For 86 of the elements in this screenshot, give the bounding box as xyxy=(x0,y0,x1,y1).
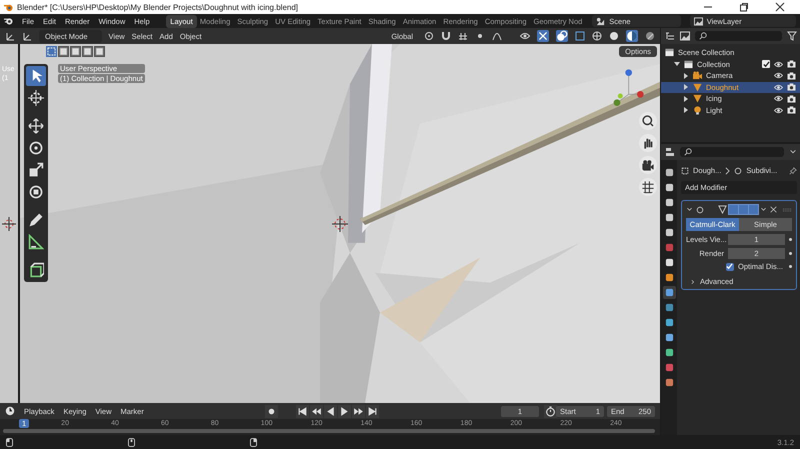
jump-start-icon[interactable] xyxy=(296,404,310,418)
grid-icon[interactable] xyxy=(639,178,657,196)
grid-snap-icon[interactable] xyxy=(458,31,468,41)
play-reverse-icon[interactable] xyxy=(324,404,338,418)
collapsed-triangle-icon[interactable] xyxy=(683,84,689,90)
eye-icon[interactable] xyxy=(774,72,783,80)
timeline-scrollbar[interactable] xyxy=(3,429,655,433)
camera-icon[interactable] xyxy=(787,106,796,114)
rendered-sphere-icon[interactable] xyxy=(645,31,655,41)
camera-icon[interactable] xyxy=(787,83,796,92)
app-logo-icon[interactable] xyxy=(4,16,13,26)
search-field[interactable] xyxy=(680,147,784,157)
xray-icon[interactable] xyxy=(575,31,585,41)
axes-icon[interactable] xyxy=(5,31,15,41)
app-logo-icon xyxy=(4,2,13,12)
window-title: Blender* [C:\Users\HP\Desktop\My Blender Projects\Doughnut with icing.blend] xyxy=(17,2,298,12)
chevron-right-icon xyxy=(725,166,730,174)
dot-icon[interactable] xyxy=(475,31,485,41)
eye-icon[interactable] xyxy=(774,60,783,68)
axes-icon[interactable] xyxy=(22,31,32,41)
bulb-icon xyxy=(693,106,702,115)
eye-icon[interactable] xyxy=(774,84,783,91)
stopwatch-icon[interactable] xyxy=(544,404,557,418)
eye-icon[interactable] xyxy=(774,95,783,102)
ruler-icon[interactable] xyxy=(26,232,46,252)
restore-icon[interactable] xyxy=(739,2,749,12)
list-icon[interactable] xyxy=(665,31,675,41)
editor-type-icon[interactable] xyxy=(665,147,675,157)
collection-icon xyxy=(684,60,693,69)
keyframe-dot-icon[interactable] xyxy=(789,265,792,268)
search-field[interactable] xyxy=(695,31,782,41)
cursor-icon xyxy=(2,217,16,231)
camera-icon xyxy=(693,71,702,80)
clock-icon[interactable] xyxy=(5,406,15,416)
close-icon[interactable] xyxy=(775,2,785,12)
hand-icon[interactable] xyxy=(639,134,657,152)
eye-icon[interactable] xyxy=(774,106,783,114)
jump-end-icon[interactable] xyxy=(366,404,380,418)
wireframe-sphere-icon[interactable] xyxy=(592,31,602,41)
camera-icon[interactable] xyxy=(787,94,796,103)
pin-icon[interactable] xyxy=(789,166,797,174)
chevron-down-icon[interactable] xyxy=(789,148,797,156)
search-icon xyxy=(684,148,692,156)
camera-icon[interactable] xyxy=(787,60,796,68)
collection-icon xyxy=(665,48,674,58)
selection-mode-icon[interactable] xyxy=(82,46,93,57)
search-icon xyxy=(699,32,707,40)
collapsed-triangle-icon[interactable] xyxy=(683,107,689,114)
selection-mode-icon[interactable] xyxy=(94,46,105,57)
collapsed-triangle-icon[interactable] xyxy=(683,96,689,102)
drag-handle-icon[interactable] xyxy=(783,208,792,212)
eye-icon[interactable] xyxy=(520,31,530,41)
collapsed-triangle-icon[interactable] xyxy=(683,72,689,79)
chevron-right-icon[interactable] xyxy=(690,278,696,284)
magnet-icon[interactable] xyxy=(441,31,451,41)
mouse-icon xyxy=(128,438,135,446)
chevron-down-icon[interactable] xyxy=(686,206,693,213)
edit-mode-toggle[interactable] xyxy=(728,204,739,215)
chevron-down-icon[interactable] xyxy=(760,206,767,213)
checkbox[interactable] xyxy=(762,60,770,68)
mouse-icon xyxy=(250,438,257,446)
zoom-icon[interactable] xyxy=(639,112,657,130)
material-sphere-icon[interactable] xyxy=(626,30,638,42)
modifier-icon xyxy=(696,206,704,214)
record-icon[interactable] xyxy=(265,404,278,418)
crosshair-icon[interactable] xyxy=(26,88,46,108)
selection-mode-icon[interactable] xyxy=(58,46,69,57)
render-toggle[interactable] xyxy=(748,204,759,215)
camera-icon[interactable] xyxy=(639,156,657,174)
keyframe-dot-icon[interactable] xyxy=(789,238,792,241)
next-keyframe-icon[interactable] xyxy=(352,404,366,418)
previous-keyframe-icon[interactable] xyxy=(310,404,324,418)
3d-cursor-icon xyxy=(332,216,348,232)
falloff-icon[interactable] xyxy=(492,31,502,41)
gizmo-icon[interactable] xyxy=(537,30,549,42)
overlay-icon[interactable] xyxy=(556,30,568,42)
keyframe-dot-icon[interactable] xyxy=(789,252,792,255)
selection-mode-icon[interactable] xyxy=(70,46,81,57)
mouse-icon xyxy=(6,438,13,446)
expanded-triangle-icon[interactable] xyxy=(674,61,680,68)
filter-icon[interactable] xyxy=(787,31,797,41)
viewport-toggle[interactable] xyxy=(738,204,749,215)
pivot-icon[interactable] xyxy=(424,31,434,41)
play-icon[interactable] xyxy=(338,404,352,418)
solid-sphere-icon[interactable] xyxy=(609,31,619,41)
camera-icon[interactable] xyxy=(787,72,796,80)
